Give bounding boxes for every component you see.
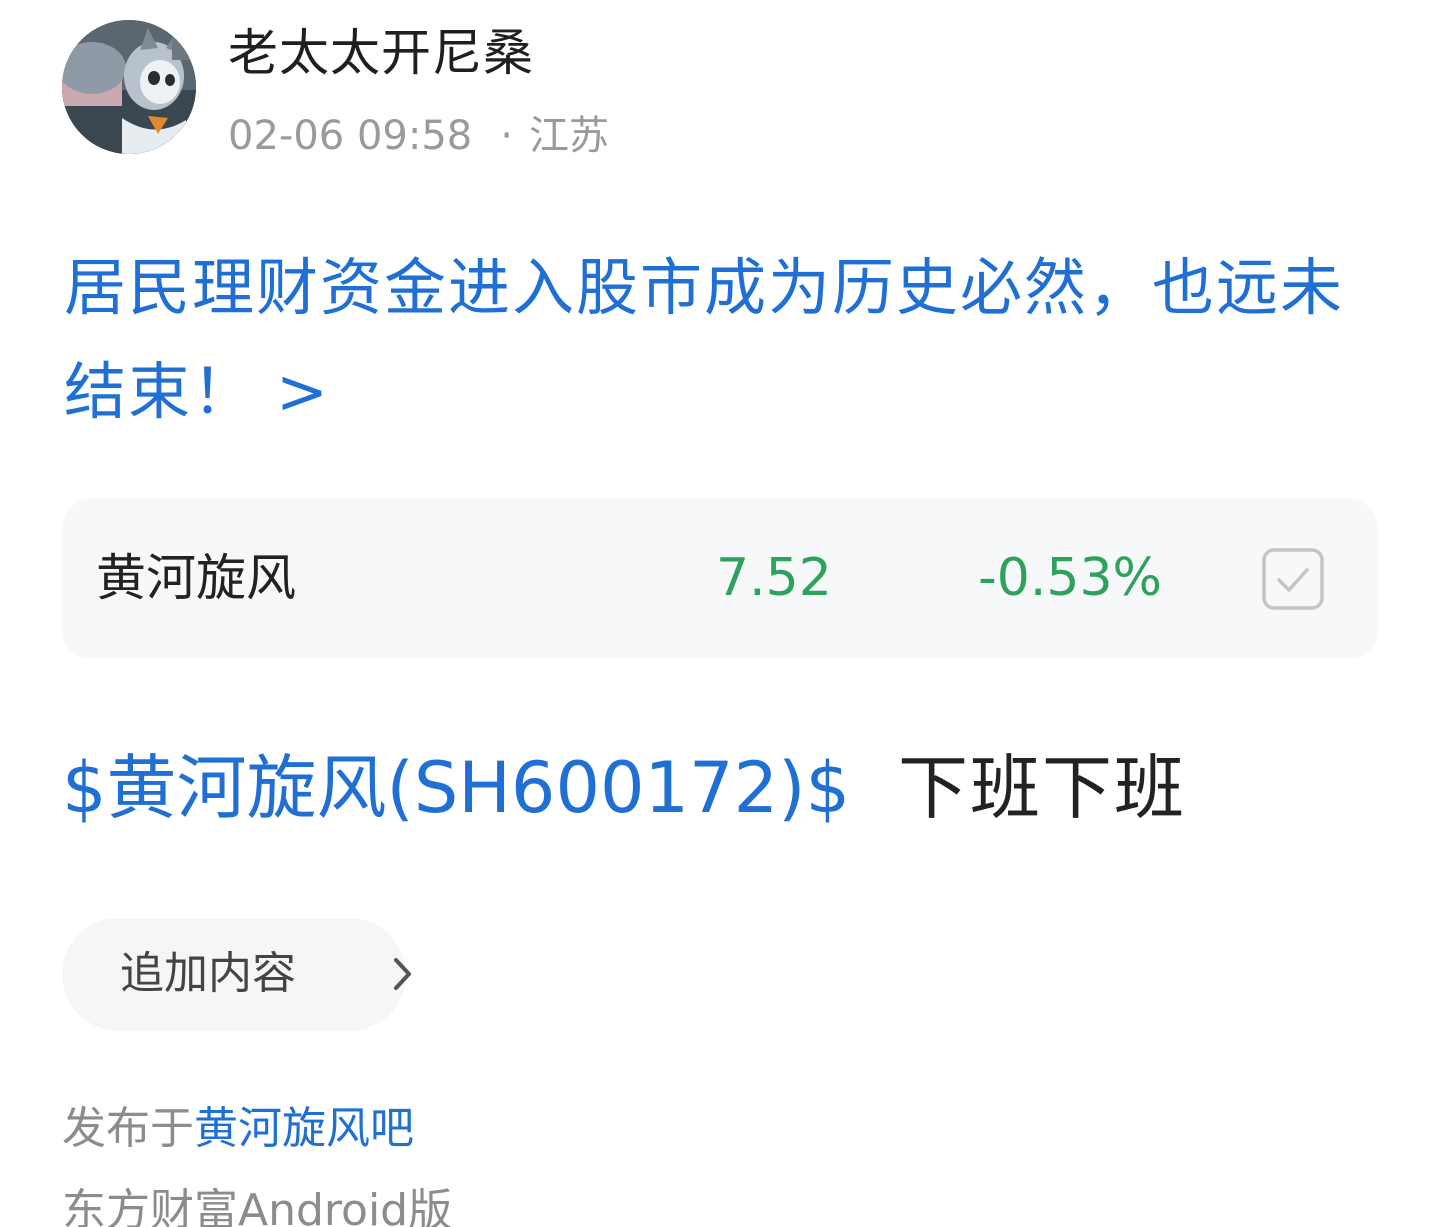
stock-quote-card[interactable]: 黄河旋风 7.52 -0.53% <box>62 498 1378 659</box>
avatar[interactable] <box>62 20 196 154</box>
cartoon-cat-avatar-icon <box>62 20 196 154</box>
stock-tag-link[interactable]: $黄河旋风(SH600172)$ <box>62 747 850 829</box>
stock-name: 黄河旋风 <box>96 549 296 607</box>
author-name[interactable]: 老太太开尼桑 <box>228 22 534 84</box>
post-body-text: 下班下班 <box>897 747 1186 829</box>
chevron-right-icon <box>394 958 411 990</box>
append-content-label: 追加内容 <box>120 948 296 999</box>
title-chevron: > <box>276 355 330 428</box>
post-detail-page: 老太太开尼桑 02-06 09:58 · 江苏 居民理财资金进入股市成为历史必然，也… <box>0 0 1440 1227</box>
post-location: 江苏 <box>528 113 609 159</box>
post-title: 居民理财资金进入股市成为历史必然，也远未结束！ <box>64 251 1345 428</box>
post-meta: 02-06 09:58 · 江苏 <box>228 108 609 164</box>
checkbox-checked-icon[interactable] <box>1262 548 1324 610</box>
append-content-button[interactable]: 追加内容 <box>62 918 411 1031</box>
post-title-link[interactable]: 居民理财资金进入股市成为历史必然，也远未结束！ > <box>64 236 1384 444</box>
published-prefix: 发布于 <box>62 1103 194 1154</box>
stock-change-percent: -0.53% <box>978 548 1162 608</box>
client-info: 东方财富Android版 <box>62 1185 453 1227</box>
bar-link[interactable]: 黄河旋风吧 <box>194 1103 414 1154</box>
published-in: 发布于黄河旋风吧 <box>62 1100 414 1158</box>
meta-separator: · <box>500 113 513 159</box>
stock-price: 7.52 <box>716 548 832 608</box>
post-body: $黄河旋风(SH600172)$ 下班下班 <box>62 740 1186 836</box>
post-time: 02-06 09:58 <box>228 113 473 159</box>
